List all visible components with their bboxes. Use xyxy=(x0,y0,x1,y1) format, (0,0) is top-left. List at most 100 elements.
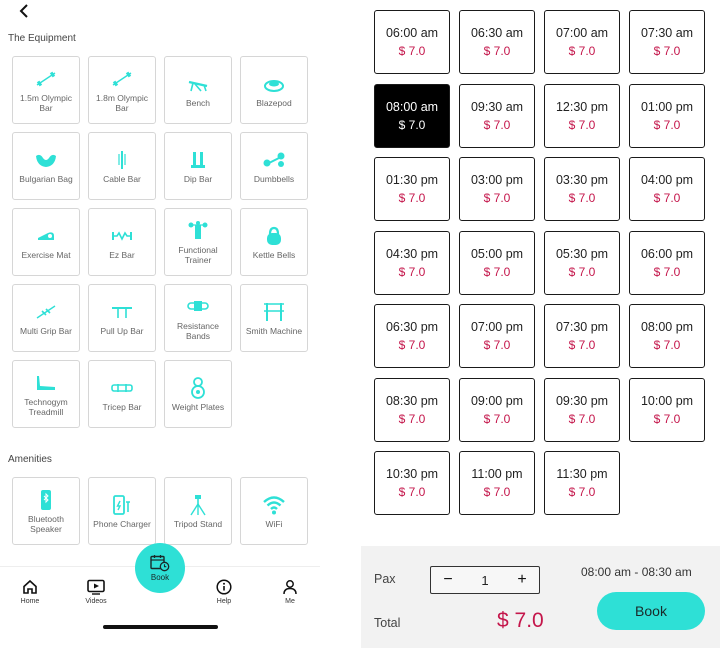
equipment-tile-tricep-bar[interactable]: Tricep Bar xyxy=(88,360,156,428)
weight-plates-icon xyxy=(185,376,211,399)
equipment-tile-ez-bar[interactable]: Ez Bar xyxy=(88,208,156,276)
total-label: Total xyxy=(374,616,401,630)
time-slot-01-00-pm[interactable]: 01:00 pm $ 7.0 xyxy=(629,83,705,148)
slot-time: 08:00 am xyxy=(385,99,439,114)
equipment-tile-functional-trainer[interactable]: Functional Trainer xyxy=(164,208,232,276)
time-slot-06-00-pm[interactable]: 06:00 pm $ 7.0 xyxy=(629,230,705,295)
slot-time: 11:00 pm xyxy=(471,467,523,481)
slot-price: $ 7.0 xyxy=(398,338,426,352)
time-slot-10-00-pm[interactable]: 10:00 pm $ 7.0 xyxy=(629,377,705,442)
time-slot-09-30-pm[interactable]: 09:30 pm $ 7.0 xyxy=(544,377,620,442)
treadmill-icon xyxy=(33,372,59,394)
equipment-tile-kettle-bells[interactable]: Kettle Bells xyxy=(240,208,308,276)
time-slot-04-00-pm[interactable]: 04:00 pm $ 7.0 xyxy=(629,157,705,221)
equipment-tile-pull-up-bar[interactable]: Pull Up Bar xyxy=(88,284,156,352)
book-button[interactable]: Book xyxy=(597,592,705,630)
slot-time: 04:30 pm xyxy=(385,246,439,261)
time-slot-05-30-pm[interactable]: 05:30 pm $ 7.0 xyxy=(544,230,620,295)
pax-increment-button[interactable]: + xyxy=(515,571,529,589)
time-slot-09-30-am[interactable]: 09:30 am $ 7.0 xyxy=(459,83,535,148)
equipment-label: Kettle Bells xyxy=(252,249,296,260)
pax-value: 1 xyxy=(481,572,489,588)
time-slot-10-30-pm[interactable]: 10:30 pm $ 7.0 xyxy=(374,451,450,515)
slot-time: 07:00 am xyxy=(555,26,609,40)
back-button[interactable] xyxy=(16,2,34,20)
phone-charger-icon xyxy=(109,494,135,516)
nav-book[interactable]: Book xyxy=(135,543,185,593)
time-slot-08-30-pm[interactable]: 08:30 pm $ 7.0 xyxy=(374,377,450,442)
amenity-tile-phone-charger[interactable]: Phone Charger xyxy=(88,477,156,545)
equipment-label: Dip Bar xyxy=(183,173,213,184)
dip-bar-icon xyxy=(185,149,211,171)
time-slot-08-00-pm[interactable]: 08:00 pm $ 7.0 xyxy=(629,304,705,368)
equipment-tile-smith-machine[interactable]: Smith Machine xyxy=(240,284,308,352)
equipment-tile-blazepod[interactable]: Blazepod xyxy=(240,56,308,124)
nav-help[interactable]: Help xyxy=(204,579,244,605)
time-slot-03-30-pm[interactable]: 03:30 pm $ 7.0 xyxy=(544,157,620,221)
equipment-label: Technogym Treadmill xyxy=(24,396,68,417)
slot-price: $ 7.0 xyxy=(568,191,596,205)
pax-decrement-button[interactable]: − xyxy=(441,571,455,589)
equipment-tile-dumbbells[interactable]: Dumbbells xyxy=(240,132,308,200)
amenity-tile-wifi[interactable]: WiFi xyxy=(240,477,308,545)
home-icon xyxy=(23,579,37,594)
time-slot-01-30-pm[interactable]: 01:30 pm $ 7.0 xyxy=(374,157,450,221)
bench-icon xyxy=(185,73,211,95)
time-slot-07-30-pm[interactable]: 07:30 pm $ 7.0 xyxy=(544,304,620,368)
bottom-nav: Home Videos Book Help Me xyxy=(0,543,320,648)
equipment-tile-1-5m-olympic-bar[interactable]: 1.5m Olympic Bar xyxy=(12,56,80,124)
time-slot-06-30-am[interactable]: 06:30 am $ 7.0 xyxy=(459,10,535,74)
time-slot-12-30-pm[interactable]: 12:30 pm $ 7.0 xyxy=(544,83,620,148)
time-slot-07-00-am[interactable]: 07:00 am $ 7.0 xyxy=(544,10,620,74)
nav-videos[interactable]: Videos xyxy=(76,579,116,605)
equipment-tile-dip-bar[interactable]: Dip Bar xyxy=(164,132,232,200)
time-slot-09-00-pm[interactable]: 09:00 pm $ 7.0 xyxy=(459,377,535,442)
equipment-tile-1-8m-olympic-bar[interactable]: 1.8m Olympic Bar xyxy=(88,56,156,124)
slot-price: $ 7.0 xyxy=(398,485,426,499)
amenity-tile-bluetooth-speaker[interactable]: Bluetooth Speaker xyxy=(12,477,80,545)
multi-grip-bar-icon xyxy=(33,301,59,323)
time-slot-06-00-am[interactable]: 06:00 am $ 7.0 xyxy=(374,10,450,74)
dumbbells-icon xyxy=(261,149,287,171)
total-value: $ 7.0 xyxy=(497,609,544,632)
equipment-tile-technogym-treadmill[interactable]: Technogym Treadmill xyxy=(12,360,80,428)
equipment-tile-exercise-mat[interactable]: Exercise Mat xyxy=(12,208,80,276)
functional-trainer-icon xyxy=(185,220,211,242)
slot-price: $ 7.0 xyxy=(568,338,596,352)
equipment-tile-multi-grip-bar[interactable]: Multi Grip Bar xyxy=(12,284,80,352)
time-slot-07-30-am[interactable]: 07:30 am $ 7.0 xyxy=(629,10,705,74)
equipment-tile-weight-plates[interactable]: Weight Plates xyxy=(164,360,232,428)
equipment-tile-bulgarian-bag[interactable]: Bulgarian Bag xyxy=(12,132,80,200)
equipment-tile-resistance-bands[interactable]: Resistance Bands xyxy=(164,284,232,352)
time-slot-11-00-pm[interactable]: 11:00 pm $ 7.0 xyxy=(459,451,535,515)
info-icon xyxy=(216,579,232,595)
amenity-tile-tripod-stand[interactable]: Tripod Stand xyxy=(164,477,232,545)
time-slot-03-00-pm[interactable]: 03:00 pm $ 7.0 xyxy=(459,157,535,221)
equipment-label: Blazepod xyxy=(256,97,292,108)
pax-label: Pax xyxy=(374,572,396,586)
equipment-label: Tricep Bar xyxy=(102,401,142,412)
nav-home[interactable]: Home xyxy=(10,579,50,605)
equipment-label: 1.8m Olympic Bar xyxy=(96,92,148,113)
time-slot-11-30-pm[interactable]: 11:30 pm $ 7.0 xyxy=(544,451,620,515)
nav-me[interactable]: Me xyxy=(270,579,310,605)
equipment-tile-cable-bar[interactable]: Cable Bar xyxy=(88,132,156,200)
equipment-label: Bench xyxy=(185,97,211,108)
time-slot-06-30-pm[interactable]: 06:30 pm $ 7.0 xyxy=(374,304,450,368)
time-slot-04-30-pm[interactable]: 04:30 pm $ 7.0 xyxy=(374,230,450,295)
time-slot-05-00-pm[interactable]: 05:00 pm $ 7.0 xyxy=(459,230,535,295)
equipment-tile-bench[interactable]: Bench xyxy=(164,56,232,124)
slot-time: 08:00 pm xyxy=(640,320,694,334)
slot-price: $ 7.0 xyxy=(568,44,596,58)
amenity-label: Tripod Stand xyxy=(173,518,223,529)
slot-price: $ 7.0 xyxy=(483,411,511,426)
equipment-label: Resistance Bands xyxy=(176,320,220,341)
pax-stepper: − 1 + xyxy=(430,566,540,594)
slot-price: $ 7.0 xyxy=(568,485,596,499)
exercise-mat-icon xyxy=(33,225,59,247)
selected-time-range: 08:00 am - 08:30 am xyxy=(581,565,692,579)
slot-time: 03:30 pm xyxy=(555,173,609,187)
time-slot-07-00-pm[interactable]: 07:00 pm $ 7.0 xyxy=(459,304,535,368)
time-slot-08-00-am[interactable]: 08:00 am $ 7.0 xyxy=(374,83,450,148)
slot-time: 10:00 pm xyxy=(640,393,694,408)
